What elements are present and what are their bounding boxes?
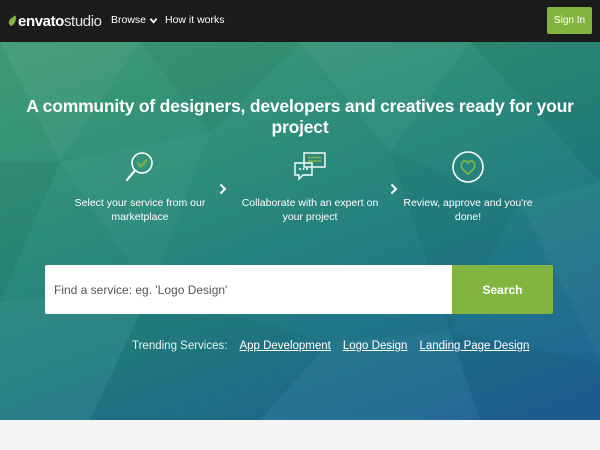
- step-collaborate: Collaborate with an expert on your proje…: [240, 150, 380, 224]
- trending-link-app-development[interactable]: App Development: [239, 340, 330, 352]
- step-collaborate-text: Collaborate with an expert on your proje…: [241, 197, 379, 223]
- step-review-approve: Review, approve and you're done!: [398, 150, 538, 224]
- logo-wordmark: envatostudio: [18, 12, 102, 30]
- chevron-down-icon: [149, 17, 158, 24]
- step-review-approve-text: Review, approve and you're done!: [403, 197, 533, 223]
- hero-headline: A community of designers, developers and…: [26, 96, 574, 137]
- leaf-icon: [8, 15, 17, 26]
- trending-link-landing-page-design[interactable]: Landing Page Design: [419, 340, 529, 352]
- how-it-works-link[interactable]: How it works: [165, 14, 225, 26]
- top-navigation-bar: envatostudio Browse How it works Sign In: [0, 0, 600, 42]
- trending-link-logo-design[interactable]: Logo Design: [343, 340, 408, 352]
- trending-label: Trending Services:: [132, 340, 228, 352]
- browse-menu[interactable]: Browse: [111, 14, 158, 26]
- sign-in-button[interactable]: Sign In: [547, 7, 592, 34]
- step-select-service-text: Select your service from our marketplace: [74, 197, 206, 223]
- browse-label: Browse: [111, 14, 147, 26]
- service-search-input[interactable]: [45, 265, 452, 314]
- step-select-service: Select your service from our marketplace: [70, 150, 210, 224]
- chat-bubbles-icon: [294, 152, 326, 181]
- chevron-right-icon: [219, 183, 227, 195]
- content-below-fold: [0, 420, 600, 450]
- trending-services: Trending Services: App Development Logo …: [132, 340, 541, 352]
- heart-circle-icon: [452, 151, 484, 183]
- hero-section: A community of designers, developers and…: [0, 42, 600, 420]
- magnifier-check-icon: [125, 152, 153, 182]
- envato-studio-logo[interactable]: envatostudio: [8, 11, 102, 31]
- search-button[interactable]: Search: [452, 265, 553, 314]
- chevron-right-icon: [390, 183, 398, 195]
